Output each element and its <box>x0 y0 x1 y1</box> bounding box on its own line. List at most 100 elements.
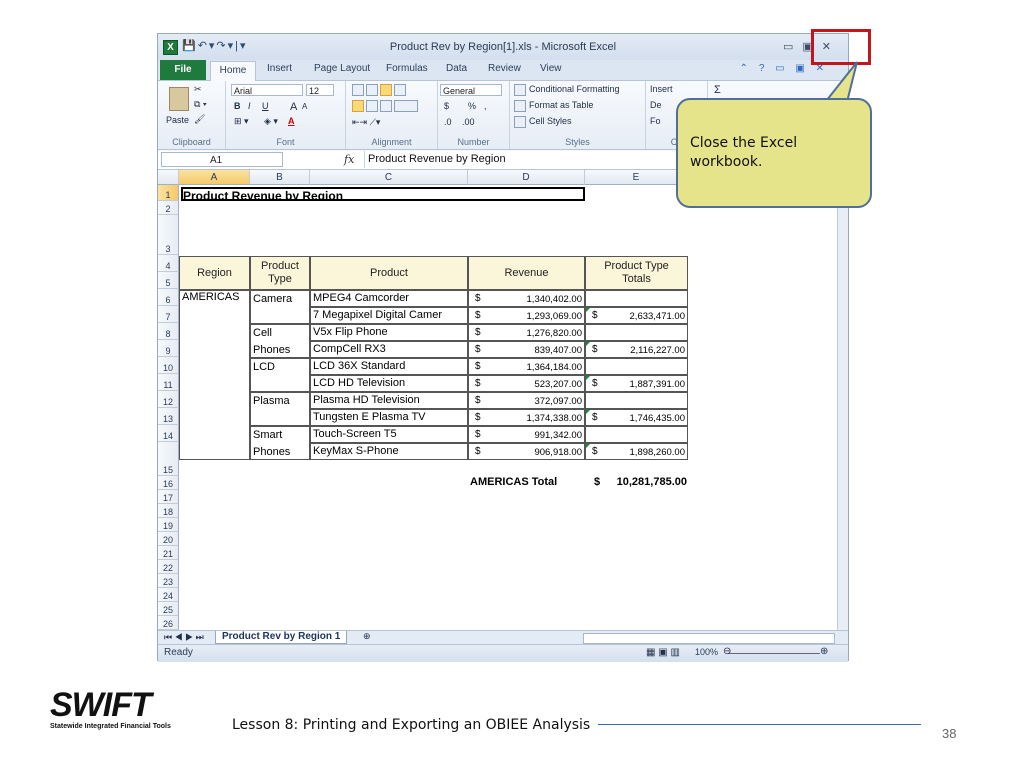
wrap-text-icon[interactable] <box>394 84 406 96</box>
revenue-cell[interactable]: $1,374,338.00 <box>468 409 585 426</box>
total-cell[interactable]: $1,898,260.00 <box>585 443 688 460</box>
indent-icon[interactable]: ⇤⇥ ⟋▾ <box>352 117 380 128</box>
format-as-table-button[interactable]: Format as Table <box>529 100 593 110</box>
font-size-select[interactable]: 12 <box>306 84 334 96</box>
product-cell[interactable]: Plasma HD Television <box>310 392 468 409</box>
tab-view[interactable]: View <box>540 63 562 74</box>
revenue-cell[interactable]: $991,342.00 <box>468 426 585 443</box>
name-box[interactable]: A1 <box>161 152 283 167</box>
underline-button[interactable]: U <box>262 101 269 111</box>
row-header-6[interactable]: 6 <box>158 289 179 306</box>
format-as-table-icon[interactable] <box>514 100 526 112</box>
revenue-cell[interactable]: $372,097.00 <box>468 392 585 409</box>
percent-button[interactable]: % <box>468 101 476 111</box>
sheet-tab-product-rev[interactable]: Product Rev by Region 1 <box>215 631 348 644</box>
cut-icon[interactable]: ✂ <box>194 84 202 95</box>
column-header-b[interactable]: B <box>250 170 310 185</box>
align-left-icon[interactable] <box>352 100 364 112</box>
paste-icon[interactable] <box>169 87 189 111</box>
row-header-9[interactable]: 9 <box>158 340 179 357</box>
row-header-16[interactable]: 16 <box>158 476 179 490</box>
align-middle-icon[interactable] <box>366 84 378 96</box>
paste-label[interactable]: Paste <box>166 115 189 125</box>
minimize-icon[interactable]: ▭ <box>783 41 802 53</box>
revenue-cell[interactable]: $1,276,820.00 <box>468 324 585 341</box>
row-header-23[interactable]: 23 <box>158 574 179 588</box>
header-product[interactable]: Product <box>310 256 468 290</box>
column-header-d[interactable]: D <box>468 170 585 185</box>
row-header-10[interactable]: 10 <box>158 357 179 374</box>
product-type-cell[interactable]: Smart Phones <box>250 426 310 460</box>
align-center-icon[interactable] <box>366 100 378 112</box>
zoom-out-icon[interactable]: ⊖ <box>723 646 731 657</box>
conditional-formatting-button[interactable]: Conditional Formatting <box>529 84 620 94</box>
row-header-3[interactable]: 3 <box>158 215 179 255</box>
currency-button[interactable]: $ <box>444 101 449 111</box>
revenue-cell[interactable]: $839,407.00 <box>468 341 585 358</box>
bold-button[interactable]: B <box>234 101 241 111</box>
total-cell[interactable]: $1,887,391.00 <box>585 375 688 392</box>
font-color-button[interactable]: A <box>288 116 295 126</box>
total-cell[interactable] <box>585 392 688 409</box>
cell-styles-icon[interactable] <box>514 116 526 128</box>
product-cell[interactable]: LCD HD Television <box>310 375 468 392</box>
italic-button[interactable]: I <box>248 101 251 111</box>
total-cell[interactable]: $2,633,471.00 <box>585 307 688 324</box>
align-bottom-icon[interactable] <box>380 84 392 96</box>
grow-font-button[interactable]: A <box>290 101 297 113</box>
shrink-font-button[interactable]: A <box>302 102 307 111</box>
copy-icon[interactable]: ⧉ ▾ <box>194 99 207 110</box>
row-header-4[interactable]: 4 <box>158 255 179 272</box>
insert-cells-button[interactable]: Insert <box>650 84 673 94</box>
cell-styles-button[interactable]: Cell Styles <box>529 116 572 126</box>
increase-decimal-button[interactable]: .0 <box>444 117 452 127</box>
row-header-22[interactable]: 22 <box>158 560 179 574</box>
total-cell[interactable] <box>585 358 688 375</box>
row-header-21[interactable]: 21 <box>158 546 179 560</box>
row-header-13[interactable]: 13 <box>158 408 179 425</box>
product-cell[interactable]: V5x Flip Phone <box>310 324 468 341</box>
horizontal-scrollbar[interactable] <box>583 633 835 644</box>
fill-color-icon[interactable]: ◈ ▾ <box>264 116 278 127</box>
comma-button[interactable]: , <box>484 101 487 111</box>
column-header-e[interactable]: E <box>585 170 688 185</box>
row-header-25[interactable]: 25 <box>158 602 179 616</box>
row-header-17[interactable]: 17 <box>158 490 179 504</box>
row-header-20[interactable]: 20 <box>158 532 179 546</box>
header-product-type-totals[interactable]: Product Type Totals <box>585 256 688 290</box>
zoom-slider[interactable] <box>728 653 820 654</box>
number-format-select[interactable]: General <box>440 84 502 96</box>
revenue-cell[interactable]: $906,918.00 <box>468 443 585 460</box>
autosum-button[interactable]: Σ <box>714 84 721 96</box>
row-header-12[interactable]: 12 <box>158 391 179 408</box>
product-cell[interactable]: 7 Megapixel Digital Camer <box>310 307 468 324</box>
align-right-icon[interactable] <box>380 100 392 112</box>
new-sheet-icon[interactable]: ⊕ <box>363 631 371 642</box>
sheet-title-cell[interactable]: Product Revenue by Region <box>181 187 585 201</box>
product-cell[interactable]: LCD 36X Standard <box>310 358 468 375</box>
row-header-1[interactable]: 1 <box>158 185 179 201</box>
row-header-14[interactable]: 14 <box>158 425 179 442</box>
grand-total-value[interactable]: 10,281,785.00 <box>608 476 687 488</box>
region-cell[interactable]: AMERICAS <box>179 290 250 460</box>
product-cell[interactable]: Tungsten E Plasma TV <box>310 409 468 426</box>
tab-page-layout[interactable]: Page Layout <box>314 63 370 74</box>
americas-total-label[interactable]: AMERICAS Total <box>470 476 557 488</box>
row-header-11[interactable]: 11 <box>158 374 179 391</box>
sheet-nav-icon[interactable]: ⏮ ◀ ▶ ⏭ <box>164 632 204 643</box>
product-type-cell[interactable]: Plasma <box>250 392 310 426</box>
tab-data[interactable]: Data <box>446 63 467 74</box>
row-header-5[interactable]: 5 <box>158 272 179 289</box>
total-cell[interactable] <box>585 324 688 341</box>
row-header-8[interactable]: 8 <box>158 323 179 340</box>
revenue-cell[interactable]: $523,207.00 <box>468 375 585 392</box>
total-cell[interactable]: $2,116,227.00 <box>585 341 688 358</box>
product-cell[interactable]: KeyMax S-Phone <box>310 443 468 460</box>
zoom-level[interactable]: 100% <box>695 647 718 657</box>
row-header-15[interactable]: 15 <box>158 442 179 476</box>
product-type-cell[interactable]: Cell Phones <box>250 324 310 358</box>
revenue-cell[interactable]: $1,293,069.00 <box>468 307 585 324</box>
total-cell[interactable]: $1,746,435.00 <box>585 409 688 426</box>
product-type-cell[interactable]: LCD <box>250 358 310 392</box>
insert-function-button[interactable]: fx <box>344 153 354 166</box>
